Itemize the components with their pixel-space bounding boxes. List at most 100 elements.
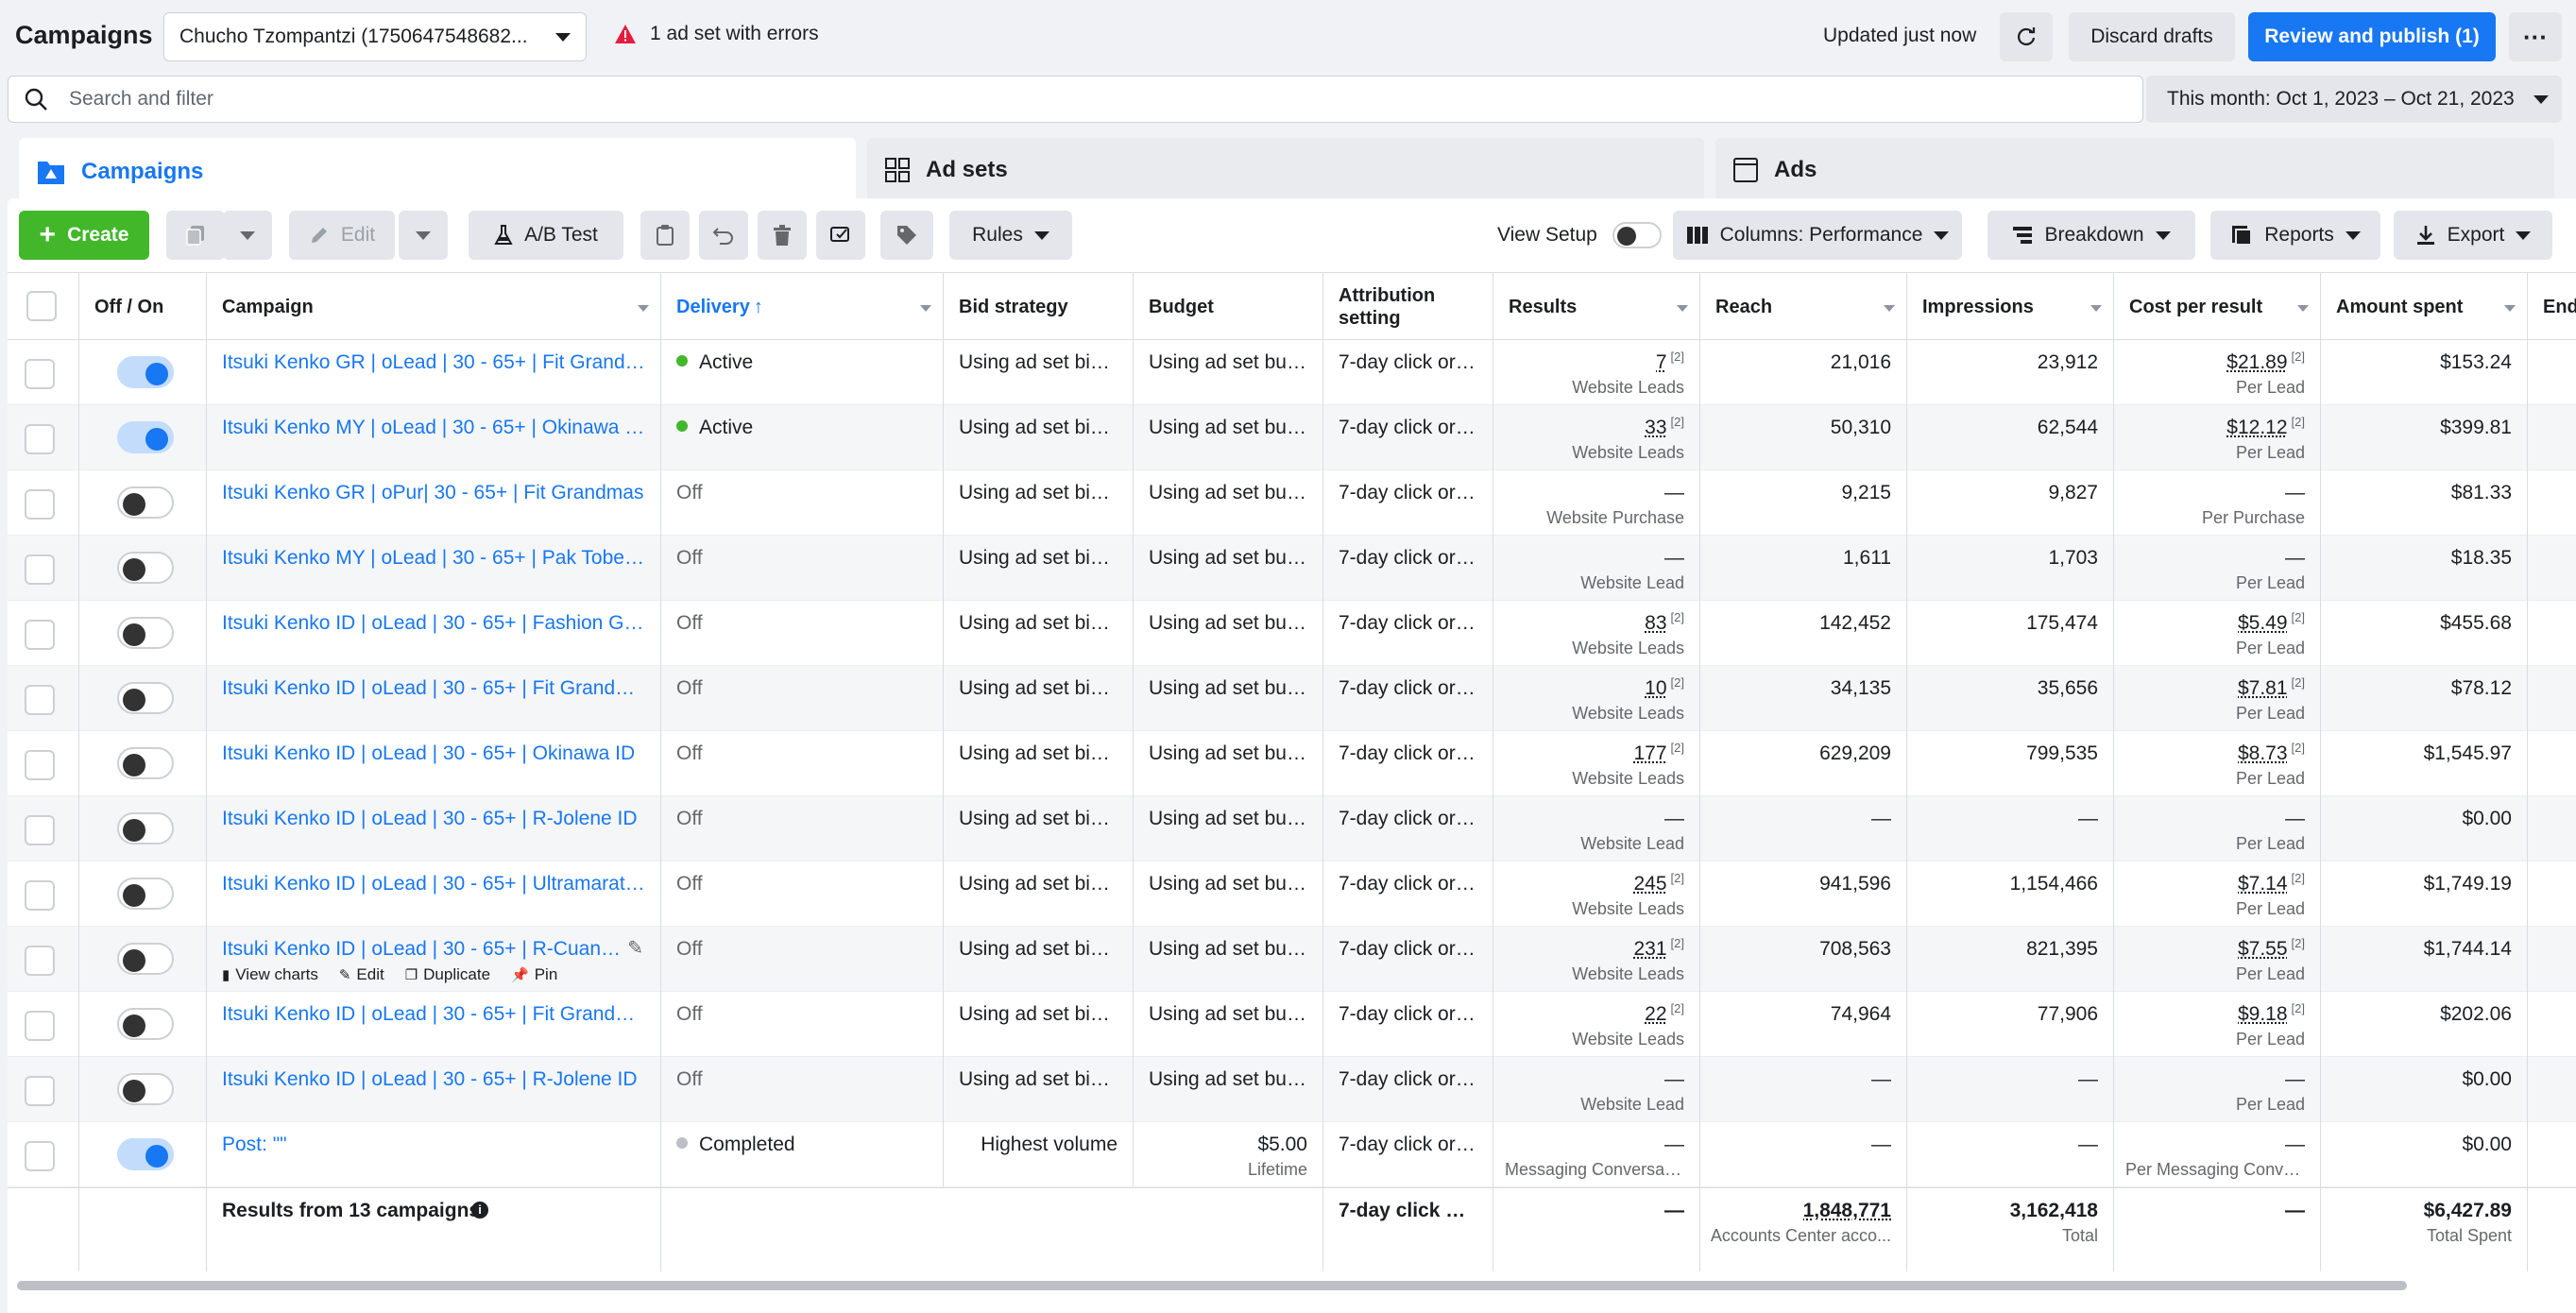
column-header-reach[interactable]: Reach — [1700, 273, 1907, 341]
campaign-name-cell[interactable]: Itsuki Kenko ID | oLead | 30 - 65+ | R-J… — [207, 796, 661, 861]
campaign-name-link[interactable]: Itsuki Kenko ID | oLead | 30 - 65+ | Ult… — [222, 873, 645, 895]
reports-button[interactable]: Reports — [2210, 211, 2380, 260]
column-header-bid-strategy[interactable]: Bid strategy — [944, 273, 1134, 341]
campaign-name-link[interactable]: Itsuki Kenko ID | oLead | 30 - 65+ | Fit… — [222, 1003, 645, 1026]
footnote-marker[interactable]: [2] — [1671, 351, 1684, 364]
campaign-name-cell[interactable]: Itsuki Kenko ID | oLead | 30 - 65+ | R-C… — [207, 927, 661, 992]
column-header-cost-per-result[interactable]: Cost per result — [2114, 273, 2321, 341]
row-checkbox[interactable] — [25, 620, 55, 650]
table-row[interactable]: Itsuki Kenko ID | oLead | 30 - 65+ | Fas… — [8, 601, 2576, 666]
campaign-name-link[interactable]: Itsuki Kenko ID | oLead | 30 - 65+ | Oki… — [222, 742, 645, 765]
row-checkbox[interactable] — [25, 1076, 55, 1106]
campaign-toggle[interactable] — [117, 486, 174, 519]
edit-menu-button[interactable] — [399, 211, 448, 260]
tab-ad-sets[interactable]: Ad sets — [867, 138, 1704, 202]
campaign-toggle[interactable] — [117, 1073, 174, 1105]
column-header-attribution[interactable]: Attribution setting — [1323, 273, 1493, 341]
campaign-name-link[interactable]: Itsuki Kenko GR | oPur| 30 - 65+ | Fit G… — [222, 482, 645, 504]
campaign-toggle[interactable] — [117, 747, 174, 779]
campaign-name-cell[interactable]: Itsuki Kenko ID | oLead | 30 - 65+ | Fit… — [207, 666, 661, 731]
campaign-name-cell[interactable]: Itsuki Kenko MY | oLead | 30 - 65+ | Oki… — [207, 405, 661, 470]
campaign-name-cell[interactable]: Itsuki Kenko ID | oLead | 30 - 65+ | Fas… — [207, 601, 661, 666]
campaign-toggle[interactable] — [117, 1138, 174, 1170]
footnote-marker[interactable]: [2] — [2292, 1003, 2305, 1015]
campaign-name-cell[interactable]: Itsuki Kenko ID | oLead | 30 - 65+ | Ult… — [207, 861, 661, 927]
review-button[interactable] — [816, 211, 865, 260]
horizontal-scrollbar[interactable] — [17, 1281, 2407, 1290]
view-setup-toggle[interactable] — [1612, 222, 1662, 248]
row-checkbox[interactable] — [25, 946, 55, 976]
campaign-name-link[interactable]: Itsuki Kenko ID | oLead | 30 - 65+ | R-C… — [222, 938, 623, 961]
delete-button[interactable] — [758, 211, 807, 260]
row-checkbox[interactable] — [25, 1011, 55, 1041]
column-header-delivery[interactable]: Delivery ↑ — [661, 273, 944, 341]
duplicate-link[interactable]: ❐ Duplicate — [405, 965, 490, 984]
row-checkbox[interactable] — [25, 815, 55, 845]
campaign-name-link[interactable]: Itsuki Kenko GR | oLead | 30 - 65+ | Fit… — [222, 351, 645, 374]
campaign-name-cell[interactable]: Itsuki Kenko MY | oLead | 30 - 65+ | Pak… — [207, 536, 661, 601]
campaign-name-link[interactable]: Post: "" — [222, 1134, 645, 1156]
column-header-campaign[interactable]: Campaign — [207, 273, 661, 341]
review-publish-button[interactable]: Review and publish (1) — [2248, 12, 2496, 61]
clipboard-button[interactable] — [640, 211, 690, 260]
campaign-name-cell[interactable]: Itsuki Kenko GR | oLead | 30 - 65+ | Fit… — [207, 340, 661, 405]
campaign-toggle[interactable] — [117, 1008, 174, 1040]
tab-campaigns[interactable]: Campaigns — [19, 138, 856, 206]
view-setup[interactable]: View Setup — [1497, 222, 1662, 248]
row-checkbox[interactable] — [25, 554, 55, 585]
refresh-button[interactable] — [2000, 12, 2053, 61]
table-row[interactable]: Itsuki Kenko MY | oLead | 30 - 65+ | Pak… — [8, 536, 2576, 601]
campaign-name-link[interactable]: Itsuki Kenko MY | oLead | 30 - 65+ | Oki… — [222, 417, 645, 439]
campaign-toggle[interactable] — [117, 812, 174, 844]
error-notice[interactable]: 1 ad set with errors — [614, 23, 819, 45]
info-icon[interactable]: i — [471, 1202, 488, 1219]
table-row[interactable]: Itsuki Kenko ID | oLead | 30 - 65+ | R-J… — [8, 796, 2576, 861]
table-row[interactable]: Itsuki Kenko ID | oLead | 30 - 65+ | R-J… — [8, 1057, 2576, 1122]
footnote-marker[interactable]: [2] — [1671, 938, 1684, 950]
column-header-budget[interactable]: Budget — [1134, 273, 1323, 341]
table-row[interactable]: Itsuki Kenko GR | oPur| 30 - 65+ | Fit G… — [8, 470, 2576, 536]
column-header-impressions[interactable]: Impressions — [1907, 273, 2114, 341]
table-row[interactable]: Itsuki Kenko ID | oLead | 30 - 65+ | R-C… — [8, 927, 2576, 992]
footnote-marker[interactable]: [2] — [1671, 873, 1684, 885]
edit-button[interactable]: Edit — [289, 211, 395, 260]
campaign-toggle[interactable] — [117, 617, 174, 649]
view-charts-link[interactable]: ▮ View charts — [222, 965, 318, 984]
table-row[interactable]: Itsuki Kenko MY | oLead | 30 - 65+ | Oki… — [8, 405, 2576, 470]
create-button[interactable]: + Create — [19, 211, 149, 260]
campaign-toggle[interactable] — [117, 356, 174, 388]
table-row[interactable]: Itsuki Kenko ID | oLead | 30 - 65+ | Fit… — [8, 666, 2576, 731]
campaign-name-link[interactable]: Itsuki Kenko ID | oLead | 30 - 65+ | R-J… — [222, 1068, 645, 1091]
pin-link[interactable]: 📌 Pin — [511, 965, 557, 984]
footnote-marker[interactable]: [2] — [2292, 612, 2305, 624]
column-header-results[interactable]: Results — [1493, 273, 1700, 341]
campaign-name-link[interactable]: Itsuki Kenko ID | oLead | 30 - 65+ | Fas… — [222, 612, 645, 635]
rules-button[interactable]: Rules — [949, 211, 1072, 260]
footnote-marker[interactable]: [2] — [1671, 417, 1684, 429]
row-checkbox[interactable] — [25, 750, 55, 780]
campaign-name-link[interactable]: Itsuki Kenko ID | oLead | 30 - 65+ | Fit… — [222, 677, 645, 700]
account-selector[interactable]: Chucho Tzompantzi (1750647548682... — [163, 12, 587, 61]
export-button[interactable]: Export — [2394, 211, 2552, 260]
table-row[interactable]: Itsuki Kenko ID | oLead | 30 - 65+ | Fit… — [8, 992, 2576, 1057]
campaign-name-cell[interactable]: Itsuki Kenko ID | oLead | 30 - 65+ | R-J… — [207, 1057, 661, 1122]
footnote-marker[interactable]: [2] — [1671, 677, 1684, 690]
row-checkbox[interactable] — [25, 880, 55, 911]
row-checkbox[interactable] — [25, 359, 55, 389]
footnote-marker[interactable]: [2] — [2292, 742, 2305, 755]
campaign-toggle[interactable] — [117, 552, 174, 584]
row-checkbox[interactable] — [25, 685, 55, 715]
row-checkbox[interactable] — [25, 1141, 55, 1171]
select-all-checkbox[interactable] — [26, 291, 57, 321]
campaign-name-cell[interactable]: Itsuki Kenko GR | oPur| 30 - 65+ | Fit G… — [207, 470, 661, 536]
footnote-marker[interactable]: [2] — [2292, 938, 2305, 950]
ab-test-button[interactable]: A/B Test — [469, 211, 623, 260]
table-row[interactable]: Itsuki Kenko ID | oLead | 30 - 65+ | Ult… — [8, 861, 2576, 927]
footnote-marker[interactable]: [2] — [2292, 873, 2305, 885]
campaign-name-cell[interactable]: Post: "" — [207, 1122, 661, 1187]
tab-ads[interactable]: Ads — [1715, 138, 2554, 202]
row-checkbox[interactable] — [25, 424, 55, 454]
campaign-name-cell[interactable]: Itsuki Kenko ID | oLead | 30 - 65+ | Oki… — [207, 731, 661, 796]
campaign-toggle[interactable] — [117, 421, 174, 453]
duplicate-button[interactable] — [166, 211, 225, 260]
